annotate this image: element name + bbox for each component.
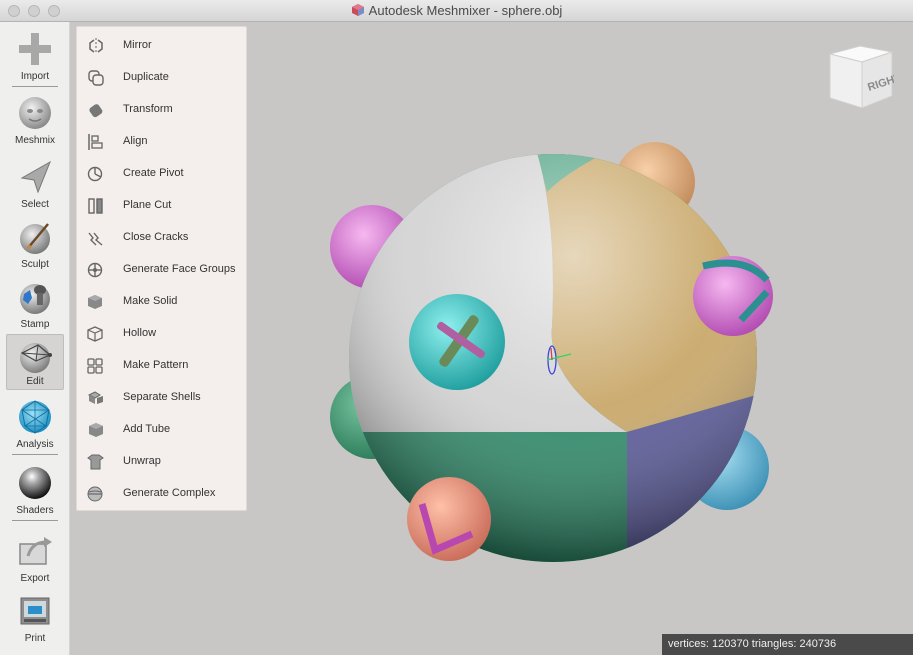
select-arrow-icon xyxy=(20,160,51,194)
edit-button[interactable]: Edit xyxy=(6,334,64,390)
stamp-icon xyxy=(20,284,50,314)
select-label: Select xyxy=(21,199,49,210)
menu-label-unwrap: Unwrap xyxy=(123,455,161,467)
analysis-icon xyxy=(19,400,51,434)
menu-item-generate-face-groups[interactable]: Generate Face Groups xyxy=(77,253,246,285)
menu-label-make-pattern: Make Pattern xyxy=(123,359,189,371)
main-toolbar: Import Meshmix Select Sculpt Stamp Edit … xyxy=(0,22,70,655)
menu-label-add-tube: Add Tube xyxy=(123,423,171,435)
export-button[interactable]: Export xyxy=(6,530,64,586)
unwrap-icon xyxy=(87,454,104,470)
sphere-model xyxy=(330,142,773,562)
menu-item-separate-shells[interactable]: Separate Shells xyxy=(77,381,246,413)
sculpt-button[interactable]: Sculpt xyxy=(6,216,64,272)
menu-item-generate-complex[interactable]: Generate Complex xyxy=(77,477,246,509)
view-cube[interactable]: RIGHT xyxy=(822,42,894,114)
sculpt-label: Sculpt xyxy=(21,259,49,270)
duplicate-icon xyxy=(88,70,104,86)
edit-menu: Mirror Duplicate Transform Align Create … xyxy=(76,26,247,511)
menu-item-mirror[interactable]: Mirror xyxy=(77,29,246,61)
sculpt-brush-icon xyxy=(20,223,50,254)
make-pattern-icon xyxy=(87,358,103,374)
meshmix-head-icon xyxy=(19,97,51,129)
menu-label-hollow: Hollow xyxy=(123,327,157,339)
menu-label-plane-cut: Plane Cut xyxy=(123,199,172,211)
import-button[interactable]: Import xyxy=(6,28,64,84)
analysis-label: Analysis xyxy=(16,439,54,450)
print-button[interactable]: Print xyxy=(6,590,64,646)
menu-item-add-tube[interactable]: Add Tube xyxy=(77,413,246,445)
menu-item-duplicate[interactable]: Duplicate xyxy=(77,61,246,93)
window-title: Autodesk Meshmixer - sphere.obj xyxy=(368,3,563,18)
meshmix-label: Meshmix xyxy=(14,135,55,146)
meshmixer-app-icon xyxy=(351,3,365,20)
menu-item-make-solid[interactable]: Make Solid xyxy=(77,285,246,317)
face-groups-icon xyxy=(87,262,103,278)
mesh-stats-bar: vertices: 120370 triangles: 240736 xyxy=(662,634,913,655)
menu-item-create-pivot[interactable]: Create Pivot xyxy=(77,157,246,189)
align-icon xyxy=(88,134,103,150)
meshmix-button[interactable]: Meshmix xyxy=(6,92,64,148)
edit-mesh-icon xyxy=(20,343,52,373)
import-label: Import xyxy=(20,71,50,82)
menu-label-make-solid: Make Solid xyxy=(123,295,178,307)
create-pivot-icon xyxy=(87,166,103,182)
plus-icon xyxy=(19,33,51,65)
shaders-sphere-icon xyxy=(19,467,51,499)
menu-label-generate-complex: Generate Complex xyxy=(123,487,216,499)
make-solid-icon xyxy=(88,295,102,309)
menu-label-mirror: Mirror xyxy=(123,39,152,51)
edit-label: Edit xyxy=(26,376,44,387)
menu-label-align: Align xyxy=(123,135,148,147)
transform-icon xyxy=(89,104,103,118)
title-bar: Autodesk Meshmixer - sphere.obj xyxy=(0,0,913,22)
plane-cut-icon xyxy=(88,198,103,214)
menu-label-duplicate: Duplicate xyxy=(123,71,169,83)
add-tube-icon xyxy=(89,423,103,437)
menu-item-unwrap[interactable]: Unwrap xyxy=(77,445,246,477)
export-label: Export xyxy=(20,573,50,584)
menu-label-generate-face-groups: Generate Face Groups xyxy=(123,263,236,275)
separate-shells-icon xyxy=(87,391,103,404)
shaders-label: Shaders xyxy=(16,505,54,516)
analysis-button[interactable]: Analysis xyxy=(6,396,64,452)
menu-item-hollow[interactable]: Hollow xyxy=(77,317,246,349)
close-cracks-icon xyxy=(88,232,103,246)
menu-item-make-pattern[interactable]: Make Pattern xyxy=(77,349,246,381)
menu-label-separate-shells: Separate Shells xyxy=(123,391,201,403)
menu-label-transform: Transform xyxy=(123,103,173,115)
export-icon xyxy=(19,537,52,565)
shaders-button[interactable]: Shaders xyxy=(6,462,64,518)
menu-label-close-cracks: Close Cracks xyxy=(123,231,189,243)
hollow-icon xyxy=(87,326,103,342)
menu-label-create-pivot: Create Pivot xyxy=(123,167,184,179)
print-label: Print xyxy=(24,633,46,644)
menu-item-align[interactable]: Align xyxy=(77,125,246,157)
menu-item-close-cracks[interactable]: Close Cracks xyxy=(77,221,246,253)
select-button[interactable]: Select xyxy=(6,156,64,212)
menu-item-plane-cut[interactable]: Plane Cut xyxy=(77,189,246,221)
mirror-icon xyxy=(89,38,103,54)
generate-complex-icon xyxy=(87,486,103,502)
print-icon xyxy=(20,597,50,625)
3d-viewport[interactable] xyxy=(247,22,913,655)
menu-item-transform[interactable]: Transform xyxy=(77,93,246,125)
stamp-button[interactable]: Stamp xyxy=(6,276,64,332)
stamp-label: Stamp xyxy=(20,319,50,330)
